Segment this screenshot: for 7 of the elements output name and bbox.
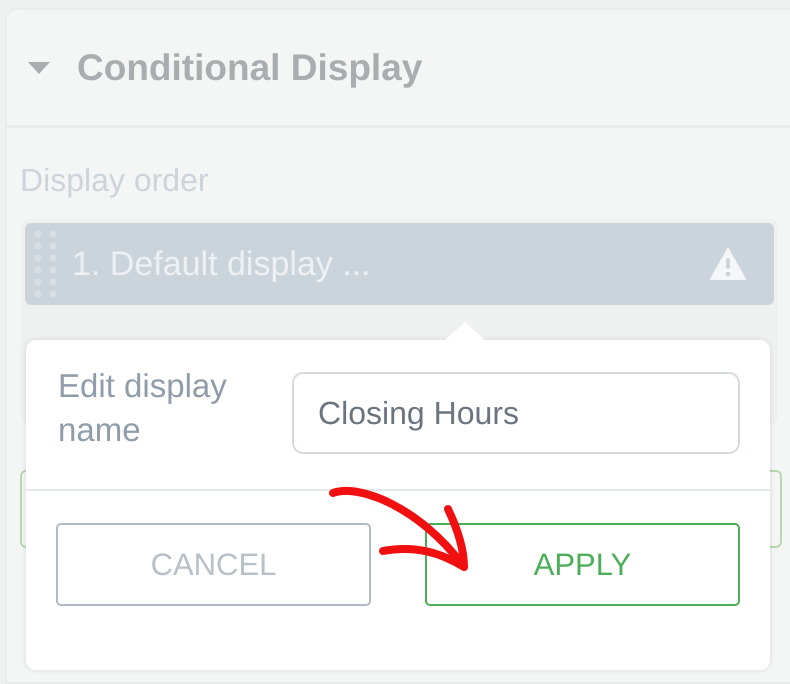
cancel-button[interactable]: CANCEL	[56, 523, 371, 606]
apply-button[interactable]: APPLY	[425, 523, 740, 606]
panel-title: Conditional Display	[77, 46, 422, 88]
field-label: Edit display name	[58, 366, 228, 450]
popover-pointer	[443, 322, 487, 342]
display-name-field[interactable]: Closing Hours	[292, 372, 740, 454]
caret-down-icon[interactable]	[27, 60, 51, 74]
